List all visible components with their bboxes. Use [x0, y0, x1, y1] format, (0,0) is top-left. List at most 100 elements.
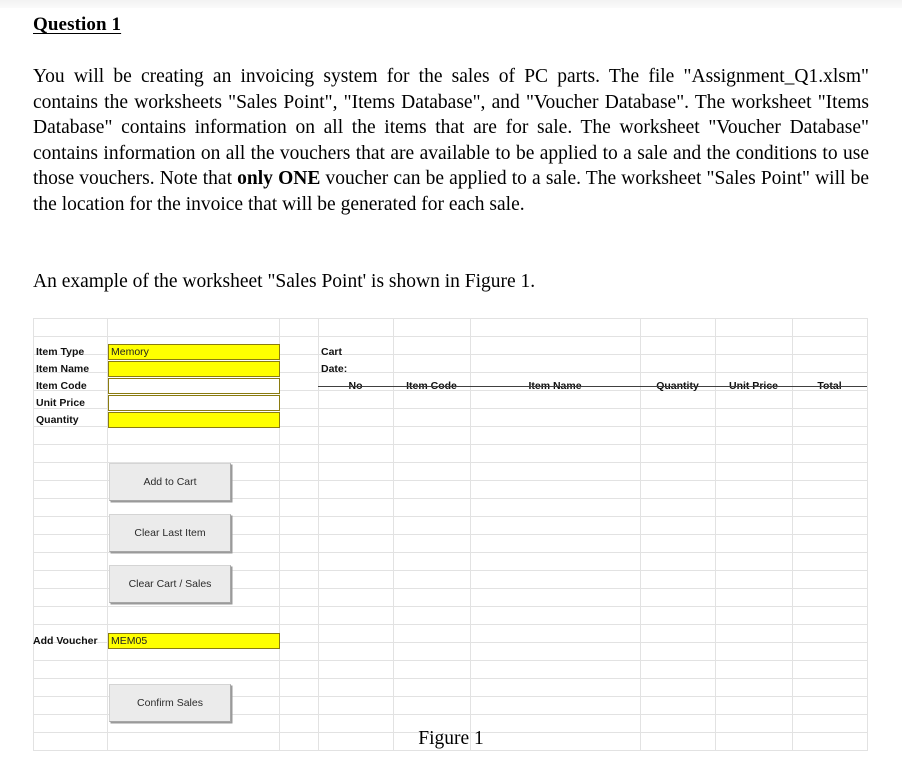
- worksheet-cell[interactable]: [715, 642, 793, 661]
- worksheet-cell[interactable]: [107, 606, 280, 625]
- worksheet-cell[interactable]: [792, 480, 868, 499]
- worksheet-cell[interactable]: [279, 318, 319, 337]
- worksheet-cell[interactable]: [107, 444, 280, 463]
- worksheet-cell[interactable]: [318, 660, 394, 679]
- worksheet-cell[interactable]: [107, 660, 280, 679]
- worksheet-cell[interactable]: [470, 588, 641, 607]
- worksheet-cell[interactable]: [33, 498, 108, 517]
- worksheet-cell[interactable]: [318, 462, 394, 481]
- worksheet-cell[interactable]: [715, 498, 793, 517]
- worksheet-cell[interactable]: [279, 534, 319, 553]
- worksheet-cell[interactable]: [318, 444, 394, 463]
- input-item-type[interactable]: Memory: [108, 344, 280, 360]
- worksheet-cell[interactable]: [640, 588, 716, 607]
- worksheet-cell[interactable]: [107, 426, 280, 445]
- worksheet-cell[interactable]: [279, 552, 319, 571]
- input-add-voucher[interactable]: MEM05: [108, 633, 280, 649]
- worksheet-cell[interactable]: [470, 498, 641, 517]
- worksheet-cell[interactable]: [393, 642, 471, 661]
- clear-last-item-button[interactable]: Clear Last Item: [109, 514, 231, 552]
- confirm-sales-button[interactable]: Confirm Sales: [109, 684, 231, 722]
- worksheet-cell[interactable]: [640, 552, 716, 571]
- worksheet-cell[interactable]: [470, 642, 641, 661]
- worksheet-cell[interactable]: [279, 660, 319, 679]
- worksheet-cell[interactable]: [470, 408, 641, 427]
- worksheet-cell[interactable]: [715, 624, 793, 643]
- worksheet-cell[interactable]: [640, 408, 716, 427]
- worksheet-cell[interactable]: [318, 570, 394, 589]
- worksheet-cell[interactable]: [640, 606, 716, 625]
- worksheet-cell[interactable]: [33, 534, 108, 553]
- worksheet-cell[interactable]: [470, 516, 641, 535]
- worksheet-cell[interactable]: [715, 462, 793, 481]
- worksheet-cell[interactable]: [792, 678, 868, 697]
- worksheet-cell[interactable]: [640, 534, 716, 553]
- worksheet-cell[interactable]: [715, 336, 793, 355]
- worksheet-cell[interactable]: [33, 606, 108, 625]
- input-unit-price[interactable]: [108, 395, 280, 411]
- worksheet-cell[interactable]: [279, 624, 319, 643]
- worksheet-cell[interactable]: [715, 678, 793, 697]
- worksheet-cell[interactable]: [279, 642, 319, 661]
- worksheet-cell[interactable]: [470, 480, 641, 499]
- worksheet-cell[interactable]: [279, 678, 319, 697]
- worksheet-cell[interactable]: [715, 408, 793, 427]
- worksheet-cell[interactable]: [393, 354, 471, 373]
- worksheet-cell[interactable]: [792, 696, 868, 715]
- worksheet-cell[interactable]: [715, 606, 793, 625]
- worksheet-cell[interactable]: [33, 552, 108, 571]
- worksheet-cell[interactable]: [792, 660, 868, 679]
- worksheet-cell[interactable]: [393, 336, 471, 355]
- worksheet-cell[interactable]: [640, 660, 716, 679]
- worksheet-cell[interactable]: [33, 696, 108, 715]
- worksheet-cell[interactable]: [640, 498, 716, 517]
- worksheet-cell[interactable]: [393, 588, 471, 607]
- worksheet-cell[interactable]: [33, 426, 108, 445]
- worksheet-cell[interactable]: [318, 588, 394, 607]
- worksheet-cell[interactable]: [318, 516, 394, 535]
- worksheet-cell[interactable]: [279, 444, 319, 463]
- worksheet-cell[interactable]: [279, 588, 319, 607]
- worksheet-cell[interactable]: [393, 498, 471, 517]
- worksheet-cell[interactable]: [640, 354, 716, 373]
- worksheet-cell[interactable]: [470, 696, 641, 715]
- worksheet-cell[interactable]: [792, 588, 868, 607]
- worksheet-cell[interactable]: [318, 498, 394, 517]
- worksheet-cell[interactable]: [393, 318, 471, 337]
- worksheet-cell[interactable]: [279, 426, 319, 445]
- worksheet-cell[interactable]: [640, 570, 716, 589]
- worksheet-cell[interactable]: [470, 426, 641, 445]
- worksheet-cell[interactable]: [792, 444, 868, 463]
- worksheet-cell[interactable]: [33, 444, 108, 463]
- worksheet-cell[interactable]: [792, 426, 868, 445]
- worksheet-cell[interactable]: [715, 444, 793, 463]
- worksheet-cell[interactable]: [318, 624, 394, 643]
- worksheet-cell[interactable]: [33, 318, 108, 337]
- worksheet-cell[interactable]: [792, 498, 868, 517]
- worksheet-cell[interactable]: [470, 462, 641, 481]
- worksheet-cell[interactable]: [393, 660, 471, 679]
- worksheet-cell[interactable]: [279, 570, 319, 589]
- input-quantity[interactable]: [108, 412, 280, 428]
- worksheet-cell[interactable]: [470, 336, 641, 355]
- worksheet-cell[interactable]: [393, 552, 471, 571]
- worksheet-cell[interactable]: [792, 570, 868, 589]
- worksheet-cell[interactable]: [318, 696, 394, 715]
- worksheet-cell[interactable]: [393, 516, 471, 535]
- worksheet-cell[interactable]: [470, 660, 641, 679]
- worksheet-cell[interactable]: [279, 354, 319, 373]
- worksheet-cell[interactable]: [715, 660, 793, 679]
- worksheet-cell[interactable]: [318, 318, 394, 337]
- worksheet-cell[interactable]: [792, 552, 868, 571]
- worksheet-cell[interactable]: [640, 336, 716, 355]
- worksheet-cell[interactable]: [279, 606, 319, 625]
- worksheet-cell[interactable]: [33, 480, 108, 499]
- worksheet-cell[interactable]: [640, 480, 716, 499]
- worksheet-cell[interactable]: [33, 660, 108, 679]
- worksheet-cell[interactable]: [279, 498, 319, 517]
- worksheet-cell[interactable]: [470, 534, 641, 553]
- worksheet-cell[interactable]: [318, 552, 394, 571]
- worksheet-cell[interactable]: [792, 624, 868, 643]
- worksheet-cell[interactable]: [393, 678, 471, 697]
- worksheet-cell[interactable]: [107, 318, 280, 337]
